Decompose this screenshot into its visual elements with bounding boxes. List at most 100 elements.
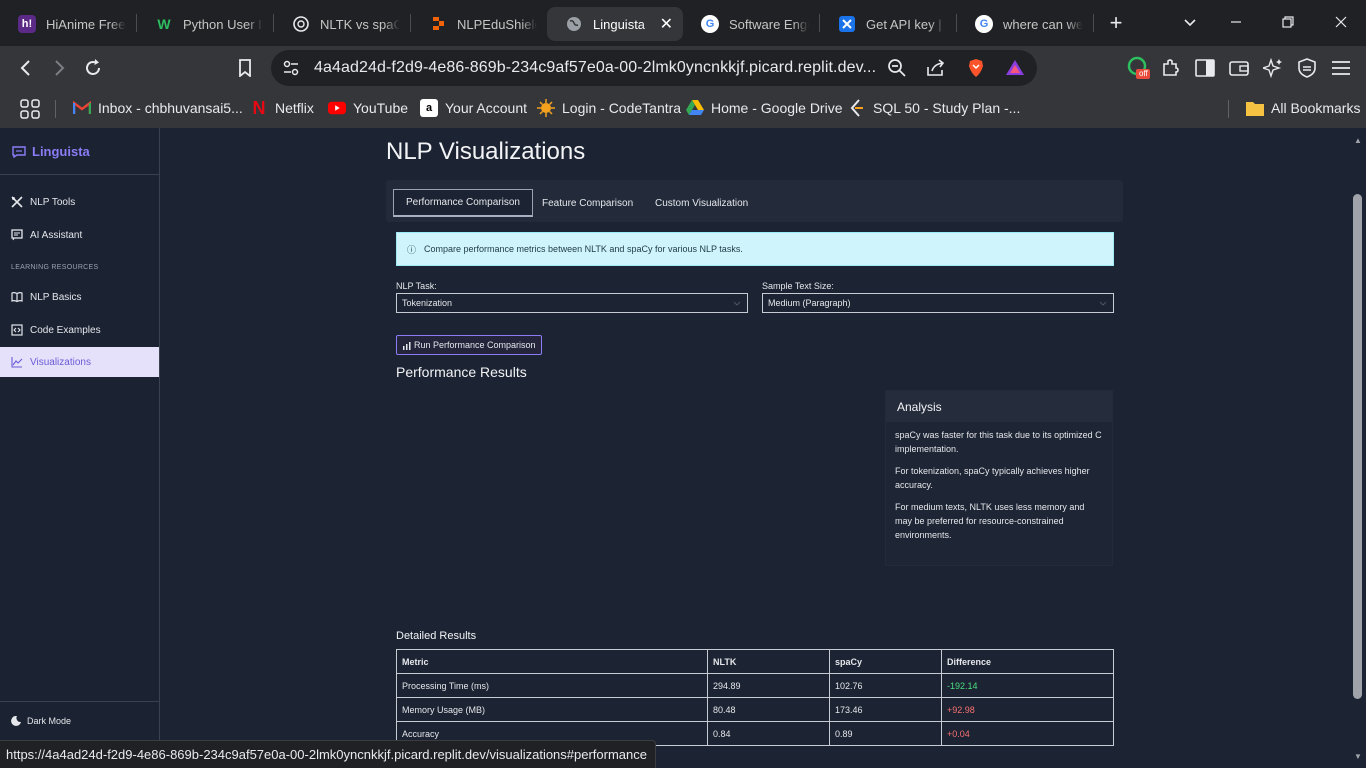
restore-icon[interactable]	[1265, 0, 1311, 44]
sidebar-item-label: NLP Basics	[30, 291, 82, 303]
table-header-row: Metric NLTK spaCy Difference	[396, 649, 1114, 674]
info-alert: ⓘ Compare performance metrics between NL…	[396, 232, 1114, 266]
dark-mode-toggle[interactable]: Dark Mode	[11, 716, 71, 726]
page-title: NLP Visualizations	[386, 138, 586, 165]
wallet-icon[interactable]	[1222, 51, 1256, 85]
sidebar-item-nlp-basics[interactable]: NLP Basics	[0, 282, 159, 312]
sidebar-item-ai-assistant[interactable]: AI Assistant	[0, 220, 159, 250]
bookmark-item[interactable]: Home - Google Drive	[686, 99, 843, 117]
chat-icon	[11, 229, 23, 241]
bookmark-label: YouTube	[353, 100, 409, 116]
scroll-down-arrow-icon[interactable]: ▼	[1354, 752, 1362, 761]
brand-name: Linguista	[32, 144, 90, 159]
sample-size-value: Medium (Paragraph)	[768, 298, 851, 308]
leo-ai-icon[interactable]	[1256, 51, 1290, 85]
share-icon[interactable]	[925, 57, 947, 79]
close-window-icon[interactable]	[1318, 0, 1364, 44]
nlp-task-select[interactable]: Tokenization	[396, 293, 748, 313]
globe-icon	[565, 15, 583, 33]
tab-title: NLTK vs spaCy	[320, 16, 400, 32]
visualization-tabs: Performance Comparison Feature Compariso…	[386, 180, 1123, 222]
table-cell: Processing Time (ms)	[396, 673, 708, 698]
performance-chart-area	[396, 390, 876, 620]
tools-icon	[11, 196, 23, 208]
bookmark-label: Home - Google Drive	[711, 100, 843, 116]
netflix-icon: N	[252, 97, 266, 118]
brave-rewards-icon[interactable]	[1004, 57, 1026, 79]
tab-feature-comparison[interactable]: Feature Comparison	[530, 189, 645, 217]
page-scrollbar[interactable]: ▲ ▼	[1350, 128, 1366, 768]
bookmark-item[interactable]: a Your Account	[420, 99, 527, 117]
tab-custom-visualization[interactable]: Custom Visualization	[643, 189, 760, 217]
tab-search-chevron-icon[interactable]	[1167, 0, 1213, 44]
apps-grid-icon[interactable]	[20, 99, 40, 119]
minimize-icon[interactable]	[1213, 0, 1259, 44]
nlp-task-value: Tokenization	[402, 298, 453, 308]
site-settings-icon[interactable]	[280, 57, 302, 79]
google-drive-icon	[686, 99, 704, 117]
table-row: Processing Time (ms) 294.89 102.76 -192.…	[396, 673, 1114, 698]
web-page: Linguista NLP Tools AI Assistant LEARNIN…	[0, 128, 1366, 768]
bookmark-label: Login - CodeTantra	[562, 100, 682, 116]
sample-size-select[interactable]: Medium (Paragraph)	[762, 293, 1114, 313]
tab-performance-comparison[interactable]: Performance Comparison	[393, 189, 533, 217]
back-icon[interactable]	[9, 51, 43, 85]
sidebar-item-code-examples[interactable]: Code Examples	[0, 315, 159, 345]
brand-link[interactable]: Linguista	[12, 144, 90, 159]
browser-tab[interactable]: G where can we	[957, 7, 1093, 41]
analysis-point: spaCy was faster for this task due to it…	[895, 430, 1102, 454]
bookmark-icon[interactable]	[228, 51, 262, 85]
tab-title: Python User In	[183, 16, 263, 32]
app-sidebar: Linguista NLP Tools AI Assistant LEARNIN…	[0, 128, 160, 768]
reload-icon[interactable]	[76, 51, 110, 85]
close-tab-icon[interactable]: ✕	[660, 14, 673, 34]
bookmark-item[interactable]: N Netflix	[250, 97, 314, 118]
analysis-point: For medium texts, NLTK uses less memory …	[895, 502, 1085, 540]
bookmark-item[interactable]: Inbox - chbhuvansai5...	[73, 99, 243, 117]
vpn-icon[interactable]	[1290, 51, 1324, 85]
browser-tab[interactable]: h! HiAnime Free	[0, 7, 136, 41]
extensions-icon[interactable]	[1154, 51, 1188, 85]
sidebar-toggle-icon[interactable]	[1188, 51, 1222, 85]
browser-tab[interactable]: NLPEduShield	[411, 7, 547, 41]
browser-tab-active[interactable]: Linguista ✕	[547, 7, 683, 41]
tab-title: Linguista	[593, 16, 646, 32]
browser-tab[interactable]: Get API key | G	[820, 7, 956, 41]
extension-badge: off	[1139, 69, 1148, 78]
menu-icon[interactable]	[1324, 51, 1358, 85]
scroll-up-arrow-icon[interactable]: ▲	[1354, 136, 1362, 145]
bookmark-item[interactable]: YouTube	[328, 99, 408, 117]
sidebar-section-heading: LEARNING RESOURCES	[11, 264, 99, 271]
sidebar-item-label: Visualizations	[30, 356, 91, 368]
new-tab-button[interactable]: +	[1098, 6, 1134, 40]
moon-icon	[11, 716, 21, 726]
address-bar[interactable]: 4a4ad24d-f2d9-4e86-869b-234c9af57e0a-00-…	[271, 50, 1037, 86]
browser-tab[interactable]: NLTK vs spaCy	[274, 7, 410, 41]
bookmark-label: SQL 50 - Study Plan -...	[873, 100, 1021, 116]
bookmark-label: Inbox - chbhuvansai5...	[98, 100, 243, 116]
brave-shields-icon[interactable]	[965, 57, 987, 79]
run-performance-comparison-button[interactable]: Run Performance Comparison	[396, 335, 542, 355]
sidebar-item-visualizations[interactable]: Visualizations	[0, 347, 159, 377]
all-bookmarks-folder[interactable]: All Bookmarks	[1246, 99, 1360, 117]
chatgpt-icon	[292, 15, 310, 33]
ai-studio-icon	[838, 15, 856, 33]
scrollbar-thumb[interactable]	[1353, 194, 1362, 699]
zoom-icon[interactable]	[886, 57, 908, 79]
run-button-label: Run Performance Comparison	[414, 340, 536, 350]
table-cell: 80.48	[707, 697, 830, 722]
amazon-icon: a	[420, 99, 438, 117]
browser-tab[interactable]: G Software Engi	[683, 7, 819, 41]
google-icon: G	[975, 15, 993, 33]
browser-toolbar: 4a4ad24d-f2d9-4e86-869b-234c9af57e0a-00-…	[0, 46, 1366, 90]
extension-off-icon[interactable]: off	[1121, 51, 1155, 85]
bookmark-item[interactable]: Login - CodeTantra	[537, 99, 681, 117]
book-icon	[11, 292, 23, 303]
sidebar-item-nlp-tools[interactable]: NLP Tools	[0, 187, 159, 217]
info-icon: ⓘ	[407, 244, 417, 255]
table-cell-difference: -192.14	[941, 673, 1114, 698]
table-cell: Memory Usage (MB)	[396, 697, 708, 722]
browser-tab[interactable]: W Python User In	[137, 7, 273, 41]
forward-icon[interactable]	[42, 51, 76, 85]
bookmark-item[interactable]: SQL 50 - Study Plan -...	[848, 99, 1020, 117]
